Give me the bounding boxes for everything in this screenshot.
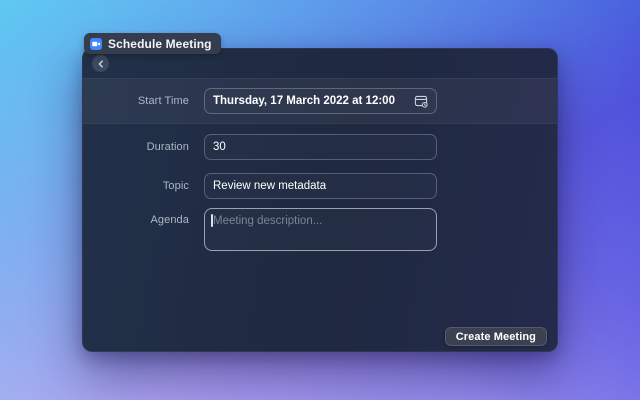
window-footer: Create Meeting: [445, 327, 547, 346]
desktop-background: Schedule Meeting Start Time Thursday, 17…: [0, 0, 640, 400]
start-time-label: Start Time: [83, 95, 189, 107]
chevron-left-icon: [97, 60, 105, 68]
field-row-start-time: Start Time Thursday, 17 March 2022 at 12…: [83, 79, 557, 123]
duration-input[interactable]: [204, 134, 437, 160]
duration-label: Duration: [83, 141, 189, 153]
start-time-picker[interactable]: Thursday, 17 March 2022 at 12:00: [204, 88, 437, 114]
field-row-topic: Topic: [83, 173, 557, 199]
topic-input[interactable]: [204, 173, 437, 199]
create-meeting-button[interactable]: Create Meeting: [445, 327, 547, 346]
field-row-duration: Duration: [83, 134, 557, 160]
command-badge: Schedule Meeting: [84, 33, 221, 54]
field-row-agenda: Agenda: [83, 208, 557, 251]
calendar-icon[interactable]: [414, 94, 428, 108]
agenda-textarea[interactable]: [204, 208, 437, 251]
zoom-video-icon: [90, 38, 102, 50]
agenda-label: Agenda: [83, 208, 189, 226]
command-badge-label: Schedule Meeting: [108, 37, 212, 51]
start-time-value: Thursday, 17 March 2022 at 12:00: [213, 95, 395, 107]
schedule-meeting-window: Start Time Thursday, 17 March 2022 at 12…: [82, 48, 558, 352]
topic-label: Topic: [83, 180, 189, 192]
row-divider: [83, 123, 557, 124]
back-button[interactable]: [92, 55, 109, 72]
